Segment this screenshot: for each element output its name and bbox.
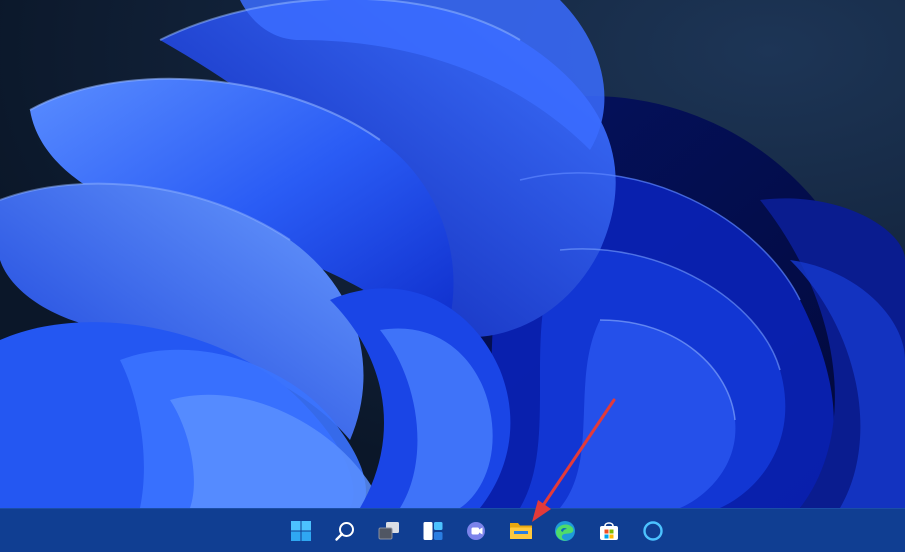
search-icon [335, 522, 354, 541]
task-view-button[interactable] [369, 513, 409, 549]
windows-logo-icon [291, 521, 311, 541]
store-button[interactable] [589, 513, 629, 549]
edge-button[interactable] [545, 513, 585, 549]
edge-icon [555, 521, 575, 541]
taskbar [0, 508, 905, 552]
cortana-icon [643, 521, 663, 541]
desktop [0, 0, 905, 508]
search-button[interactable] [325, 513, 365, 549]
task-view-icon [378, 522, 399, 540]
cortana-button[interactable] [633, 513, 673, 549]
file-explorer-button[interactable] [501, 513, 541, 549]
wallpaper-bloom [0, 0, 905, 508]
teams-chat-icon [467, 522, 485, 540]
file-explorer-icon [510, 523, 532, 539]
chat-button[interactable] [457, 513, 497, 549]
widgets-button[interactable] [413, 513, 453, 549]
widgets-icon [423, 522, 443, 540]
microsoft-store-icon [600, 522, 618, 540]
start-button[interactable] [281, 513, 321, 549]
